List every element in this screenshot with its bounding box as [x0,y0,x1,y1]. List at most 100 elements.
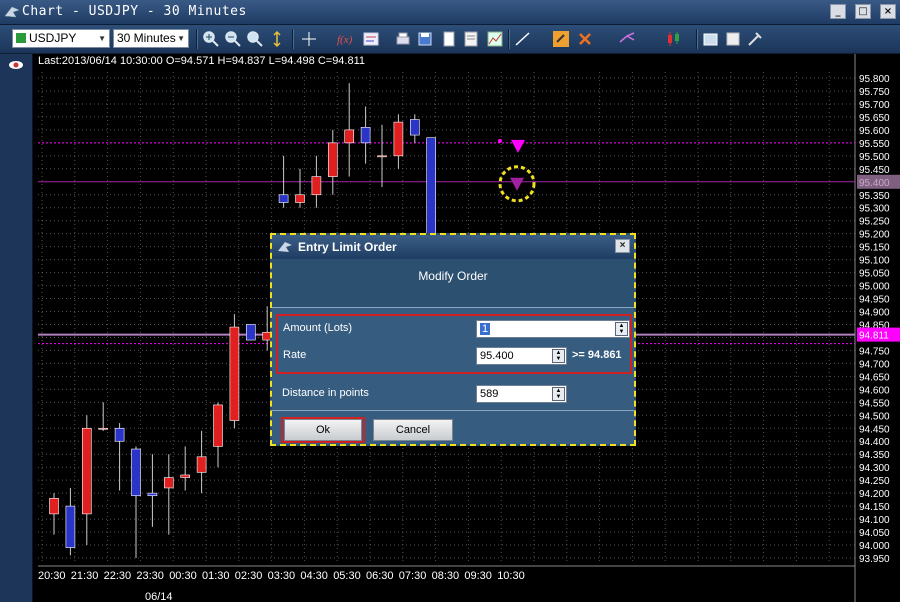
y-tick-label: 94.100 [859,515,890,526]
cancel-button[interactable]: Cancel [373,419,453,441]
x-tick-label: 20:30 [38,570,66,582]
date-label: 06/14 [145,591,173,602]
amount-input[interactable]: 1 ▲ ▼ [476,320,630,338]
templates-icon[interactable] [702,30,720,48]
x-tick-label: 06:30 [366,570,394,582]
entry-order-marker-icon [510,177,524,191]
dialog-close-button[interactable]: × [615,239,630,253]
rate-input[interactable]: 95.400 ▲ ▼ [476,347,567,365]
indicator-fx-icon[interactable]: f(x) [336,30,354,48]
y-tick-label: 94.600 [859,385,890,396]
timeframe-value: 30 Minutes [117,31,176,45]
order-price-label: 95.400 [859,178,890,189]
candle-body [360,126,371,144]
dialog-title: Entry Limit Order [298,240,397,254]
y-tick-label: 95.200 [859,230,890,241]
title-bar: Chart - USDJPY - 30 Minutes _ □ × [0,0,900,25]
currency-flag-icon [16,33,26,43]
trend-line-icon[interactable] [514,30,532,48]
save-icon[interactable] [416,30,434,48]
y-tick-label: 95.500 [859,152,890,163]
candle-body [147,492,158,497]
x-tick-label: 09:30 [464,570,492,582]
rate-spinner[interactable]: ▲ ▼ [552,349,565,363]
zoom-out-icon[interactable] [224,30,242,48]
y-tick-label: 94.200 [859,489,890,500]
delete-objects-icon[interactable] [576,30,594,48]
x-tick-label: 01:30 [202,570,230,582]
y-tick-label: 94.050 [859,528,890,539]
toolbar-separator [696,29,698,49]
y-tick-label: 94.550 [859,398,890,409]
crosshair-icon[interactable] [300,30,318,48]
candle-body [278,194,289,203]
chart-toolbar: USDJPY ▼ 30 Minutes ▼ f(x) [0,25,900,54]
distance-input[interactable]: 589 ▲ ▼ [476,385,567,403]
distance-spinner[interactable]: ▲ ▼ [552,387,565,401]
candle-body [327,142,338,177]
document-icon[interactable] [440,30,458,48]
y-tick-label: 95.450 [859,165,890,176]
candle-body [98,427,108,430]
y-tick-label: 94.700 [859,359,890,370]
zoom-in-icon[interactable] [202,30,220,48]
y-tick-label: 95.000 [859,282,890,293]
candle-body [246,324,256,341]
candlestick-type-icon[interactable] [664,30,682,48]
link-icon[interactable] [552,30,570,48]
y-tick-label: 95.650 [859,113,890,124]
toolbar-separator [292,29,294,49]
chart-image-icon[interactable] [486,30,504,48]
dialog-title-bar[interactable]: Entry Limit Order × [272,235,634,259]
app-logo-icon [4,6,20,18]
x-tick-label: 22:30 [104,570,132,582]
y-tick-label: 94.250 [859,476,890,487]
candle-body [393,121,404,157]
candle-body [114,427,125,442]
candle-body [426,137,437,234]
chart-properties-icon[interactable] [362,30,380,48]
zoom-reset-icon[interactable] [246,30,264,48]
candle-body [196,456,207,473]
app-logo-icon [278,242,292,252]
minimize-button[interactable]: _ [830,4,846,19]
limit-order-marker-icon [511,139,525,153]
notes-icon[interactable] [724,30,742,48]
y-tick-label: 93.950 [859,554,890,565]
candle-body [213,404,223,447]
x-tick-label: 05:30 [333,570,361,582]
y-tick-label: 95.300 [859,204,890,215]
dialog-subtitle: Modify Order [418,269,488,283]
x-tick-label: 07:30 [399,570,427,582]
tools-icon[interactable] [746,30,764,48]
limit-marker-dot [498,138,502,143]
maximize-button[interactable]: □ [855,4,871,19]
print-icon[interactable] [394,30,412,48]
y-tick-label: 94.950 [859,295,890,306]
chevron-down-icon: ▼ [98,34,106,43]
rate-constraint: >= 94.861 [572,349,622,361]
amount-label: Amount (Lots) [283,322,353,334]
pitchfork-icon[interactable] [618,30,636,48]
symbol-value: USDJPY [29,31,77,45]
y-tick-label: 94.500 [859,411,890,422]
x-tick-label: 00:30 [169,570,197,582]
eye-icon[interactable] [8,58,24,72]
x-tick-label: 10:30 [497,570,525,582]
candle-body [409,119,420,136]
auto-scale-icon[interactable] [268,30,286,48]
distance-value: 589 [480,388,499,400]
dialog-divider [272,410,634,411]
amount-spinner[interactable]: ▲ ▼ [615,322,628,336]
toolbar-separator [508,29,510,49]
symbol-select[interactable]: USDJPY ▼ [12,29,110,48]
current-price-label: 94.811 [859,331,889,342]
y-tick-label: 95.800 [859,74,890,85]
report-icon[interactable] [462,30,480,48]
distance-label: Distance in points [282,387,369,399]
candle-body [164,477,174,489]
timeframe-select[interactable]: 30 Minutes ▼ [113,29,189,48]
candle-body [180,474,190,478]
ok-button[interactable]: Ok [284,419,362,441]
close-window-button[interactable]: × [880,4,896,19]
